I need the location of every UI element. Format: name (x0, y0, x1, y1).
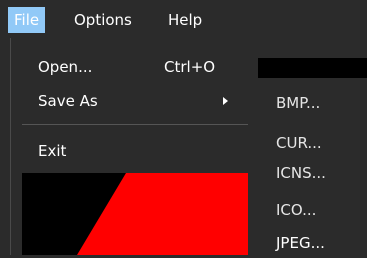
window-edge (10, 38, 11, 255)
menu-file[interactable]: File (8, 7, 46, 33)
canvas-image (22, 173, 248, 255)
shortcut-label: Ctrl+O (164, 58, 216, 76)
submenu-item-cur[interactable]: CUR... (276, 128, 322, 158)
submenu-item-bmp[interactable]: BMP... (276, 88, 320, 118)
file-menu-dropdown: Open... Ctrl+O Save As Exit (22, 38, 248, 173)
menu-options[interactable]: Options (68, 7, 138, 33)
submenu-item-icns[interactable]: ICNS... (276, 158, 326, 188)
menu-item-label: Open... (38, 58, 93, 76)
menu-bar: File Options Help (0, 0, 367, 38)
menu-item-open[interactable]: Open... Ctrl+O (22, 52, 248, 82)
submenu-item-ico[interactable]: ICO... (276, 195, 316, 225)
canvas-shape (22, 173, 248, 255)
submenu-item-jpeg[interactable]: JPEG... (276, 228, 325, 258)
menu-item-exit[interactable]: Exit (22, 136, 248, 166)
menu-item-label: Exit (38, 142, 67, 160)
canvas-preview-strip (258, 58, 367, 78)
submenu-arrow-icon (223, 97, 228, 105)
menu-item-label: Save As (38, 92, 98, 110)
menu-help[interactable]: Help (162, 7, 208, 33)
menu-separator (22, 124, 248, 125)
menu-item-save-as[interactable]: Save As (22, 86, 248, 116)
